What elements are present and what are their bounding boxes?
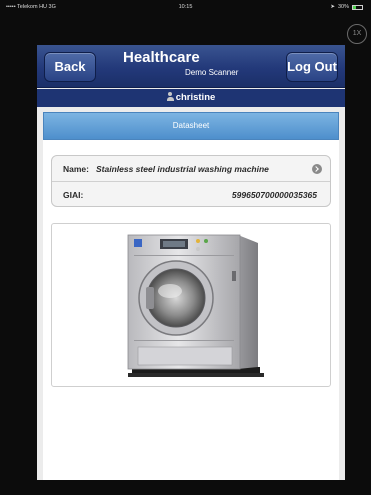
location-icon: ➤ [330, 4, 335, 10]
battery-fill [353, 5, 356, 9]
zoom-button[interactable]: 1X [347, 24, 367, 44]
giai-row: GIAI: 599650700000035365 [52, 182, 330, 206]
status-bar: ••••• Telekom HU 3G 10:15 ➤ 30% [0, 0, 371, 14]
app-title: Healthcare [123, 49, 200, 66]
datasheet-header: Datasheet [43, 112, 339, 140]
app-window: Back Healthcare Demo Scanner Log Out chr… [37, 45, 345, 480]
user-bar: christine [37, 89, 345, 107]
battery-icon [352, 4, 363, 10]
battery-percent: 30% [337, 4, 349, 10]
washing-machine-image [127, 234, 264, 377]
info-table: Name: Stainless steel industrial washing… [51, 155, 331, 207]
name-value: Stainless steel industrial washing machi… [96, 164, 269, 174]
navbar: Back Healthcare Demo Scanner Log Out [37, 45, 345, 88]
chevron-right-icon[interactable] [312, 164, 322, 174]
logout-button[interactable]: Log Out [286, 52, 338, 82]
content-area: Name: Stainless steel industrial washing… [43, 140, 339, 480]
status-icons: ➤ 30% [330, 4, 363, 10]
name-row[interactable]: Name: Stainless steel industrial washing… [52, 156, 330, 182]
app-subtitle: Demo Scanner [185, 68, 239, 77]
user-icon [166, 92, 174, 101]
back-button[interactable]: Back [44, 52, 96, 82]
clock: 10:15 [178, 4, 193, 10]
product-image-box [51, 223, 331, 387]
name-label: Name: [63, 164, 89, 174]
giai-value: 599650700000035365 [231, 190, 317, 200]
username: christine [175, 92, 216, 103]
giai-label: GIAI: [63, 190, 84, 200]
